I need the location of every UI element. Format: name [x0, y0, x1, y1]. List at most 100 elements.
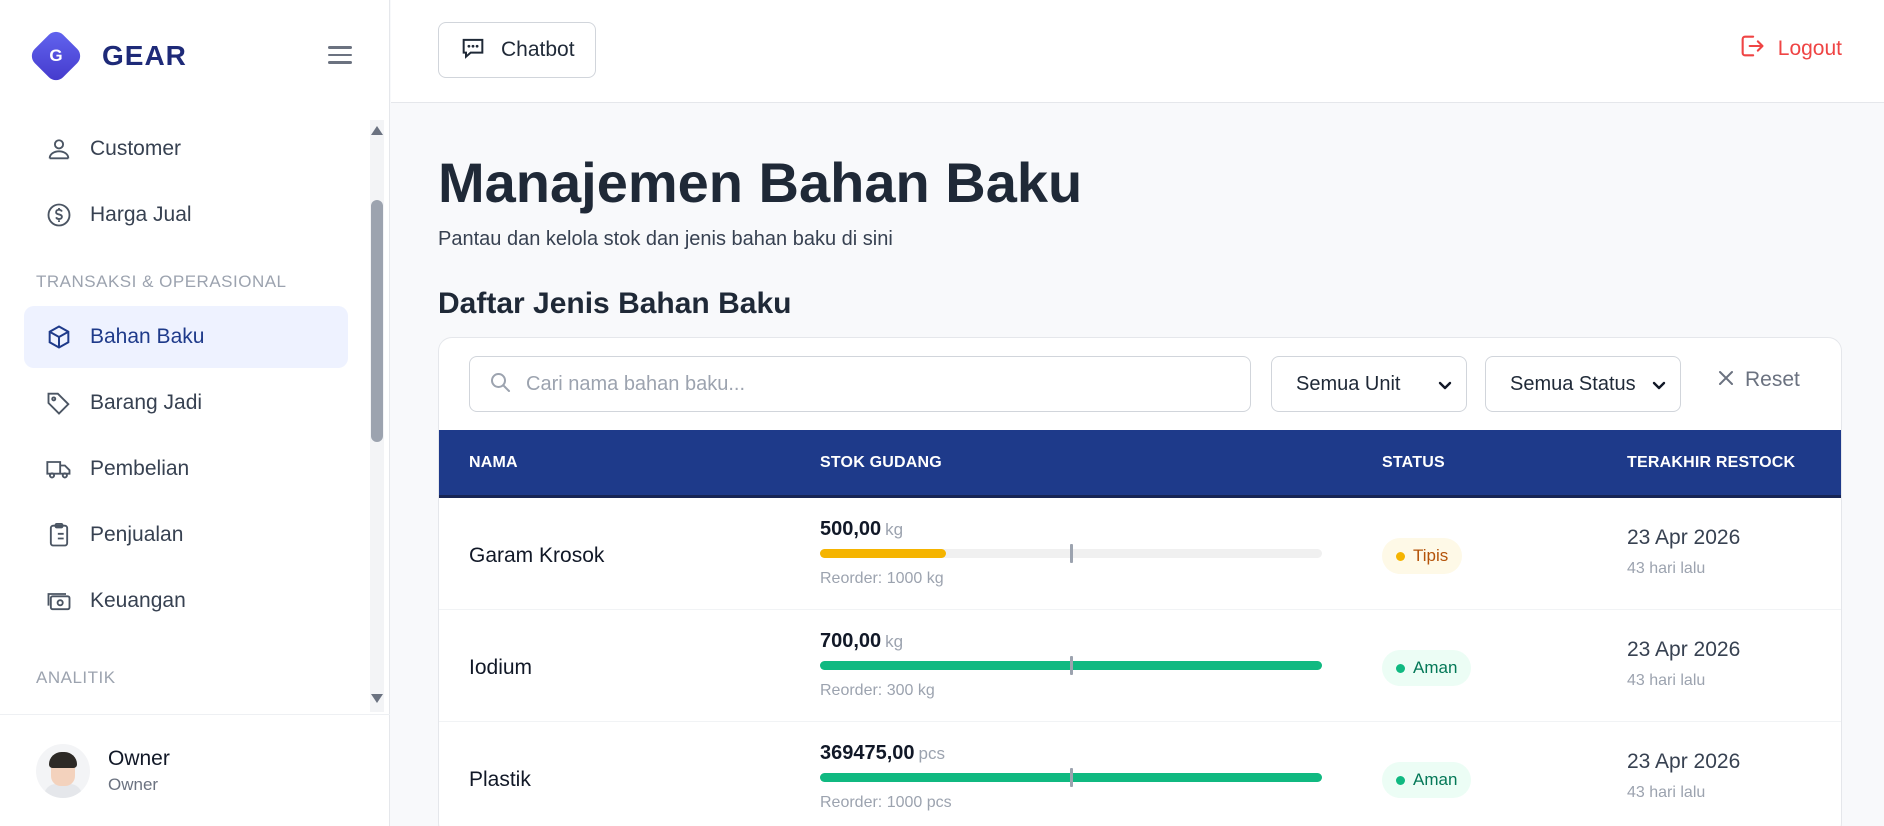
search-placeholder: Cari nama bahan baku...: [526, 372, 746, 395]
user-role: Owner: [108, 774, 159, 794]
brand[interactable]: G GEAR: [27, 27, 187, 85]
scroll-thumb[interactable]: [371, 200, 383, 442]
status-dot: [1396, 551, 1405, 561]
table-row[interactable]: Plastik 369475,00 pcs Reorder: 1000 pcs A…: [439, 722, 1841, 826]
restock-cell: 23 Apr 2026 43 hari lalu: [1627, 638, 1740, 690]
sidebar: G GEAR Customer Harga Jual TRANSAKSI & O…: [0, 0, 390, 826]
chevron-down-icon: [1438, 379, 1452, 397]
search-input[interactable]: Cari nama bahan baku...: [469, 356, 1251, 412]
box-icon: [44, 322, 74, 352]
stock-cell: 369475,00 pcs Reorder: 1000 pcs: [820, 742, 1324, 812]
chatbot-label: Chatbot: [501, 38, 575, 61]
logout-button[interactable]: Logout: [1738, 32, 1842, 65]
restock-cell: 23 Apr 2026 43 hari lalu: [1627, 750, 1740, 802]
material-name: Plastik: [469, 768, 531, 791]
sidebar-item-label: Customer: [90, 137, 182, 160]
status-badge: Aman: [1382, 762, 1472, 798]
sidebar-item-label: Bahan Baku: [90, 325, 205, 348]
chevron-down-icon: [1652, 379, 1666, 397]
column-header-nama[interactable]: NAMA: [469, 454, 518, 472]
section-heading: Daftar Jenis Bahan Baku: [438, 287, 792, 320]
table-card: Cari nama bahan baku... Semua Unit Semua…: [438, 337, 1842, 826]
sidebar-item-bahan-baku[interactable]: Bahan Baku: [24, 306, 348, 368]
user-icon: [44, 134, 74, 164]
page-title: Manajemen Bahan Baku: [438, 151, 1083, 214]
material-name: Iodium: [469, 656, 533, 679]
sidebar-item-barang-jadi[interactable]: Barang Jadi: [24, 372, 348, 434]
sidebar-nav: Customer Harga Jual TRANSAKSI & OPERASIO…: [0, 112, 368, 712]
chat-icon: [459, 34, 487, 67]
chatbot-button[interactable]: Chatbot: [438, 22, 596, 78]
logout-icon: [1738, 32, 1766, 65]
unit-select-value: Semua Unit: [1296, 372, 1401, 395]
sidebar-item-label: Harga Jual: [90, 203, 192, 226]
reorder-level: Reorder: 1000 pcs: [820, 794, 952, 811]
stock-value: 700,00: [820, 630, 882, 652]
restock-ago: 43 hari lalu: [1627, 560, 1706, 577]
sidebar-item-penjualan[interactable]: Penjualan: [24, 504, 348, 566]
stock-unit: pcs: [918, 744, 946, 763]
sidebar-item-customer[interactable]: Customer: [24, 118, 348, 180]
logo: G: [27, 27, 85, 85]
reset-button[interactable]: Reset: [1717, 368, 1800, 392]
stock-bar: [820, 544, 1322, 563]
stock-value: 500,00: [820, 518, 882, 540]
section-title-analitik: ANALITIK: [36, 668, 116, 687]
logout-label: Logout: [1777, 36, 1842, 60]
reorder-marker: [1070, 656, 1073, 675]
truck-icon: [44, 454, 74, 484]
status-dot: [1396, 663, 1405, 673]
restock-date: 23 Apr 2026: [1627, 526, 1741, 549]
status-badge: Aman: [1382, 650, 1472, 686]
sidebar-item-label: Keuangan: [90, 589, 186, 612]
tag-icon: [44, 388, 74, 418]
section-title-transaksi: TRANSAKSI & OPERASIONAL: [36, 272, 287, 291]
sidebar-item-label: Penjualan: [90, 523, 184, 546]
search-icon: [488, 370, 512, 399]
reorder-level: Reorder: 1000 kg: [820, 570, 944, 587]
restock-date: 23 Apr 2026: [1627, 638, 1741, 661]
material-name: Garam Krosok: [469, 544, 605, 567]
restock-ago: 43 hari lalu: [1627, 672, 1706, 689]
menu-toggle-icon[interactable]: [328, 46, 352, 66]
sidebar-item-pembelian[interactable]: Pembelian: [24, 438, 348, 500]
clipboard-icon: [44, 520, 74, 550]
column-header-restock[interactable]: TERAKHIR RESTOCK: [1627, 454, 1795, 472]
user-profile[interactable]: Owner Owner: [0, 714, 390, 826]
restock-ago: 43 hari lalu: [1627, 784, 1706, 801]
avatar: [36, 743, 90, 798]
sidebar-scrollbar[interactable]: [366, 120, 388, 712]
stock-unit: kg: [885, 632, 904, 651]
sidebar-item-keuangan[interactable]: Keuangan: [24, 570, 348, 632]
table-row[interactable]: Garam Krosok 500,00 kg Reorder: 1000 kg T…: [439, 498, 1841, 610]
status-label: Aman: [1413, 770, 1458, 789]
status-select-value: Semua Status: [1510, 372, 1636, 395]
stock-value: 369475,00: [820, 742, 915, 764]
status-dot: [1396, 775, 1405, 785]
sidebar-item-harga-jual[interactable]: Harga Jual: [24, 184, 348, 246]
column-header-status[interactable]: STATUS: [1382, 454, 1445, 472]
user-name: Owner: [108, 746, 170, 770]
status-select[interactable]: Semua Status: [1485, 356, 1681, 412]
sidebar-item-label: Pembelian: [90, 457, 190, 480]
stock-cell: 700,00 kg Reorder: 300 kg: [820, 630, 1324, 700]
brand-name: GEAR: [102, 40, 187, 71]
column-header-stok[interactable]: STOK GUDANG: [820, 454, 942, 472]
sidebar-item-label: Barang Jadi: [90, 391, 203, 414]
cash-icon: [44, 586, 74, 616]
table-header: NAMA STOK GUDANG STATUS TERAKHIR RESTOCK: [439, 430, 1841, 498]
reorder-marker: [1070, 768, 1073, 787]
scroll-up-icon[interactable]: [371, 126, 383, 135]
top-bar: Chatbot Logout: [391, 0, 1884, 103]
status-badge: Tipis: [1382, 538, 1463, 574]
restock-date: 23 Apr 2026: [1627, 750, 1741, 773]
table-row[interactable]: Iodium 700,00 kg Reorder: 300 kg Aman 23 …: [439, 610, 1841, 722]
restock-cell: 23 Apr 2026 43 hari lalu: [1627, 526, 1740, 578]
status-label: Aman: [1413, 658, 1458, 677]
page-subtitle: Pantau dan kelola stok dan jenis bahan b…: [438, 228, 893, 250]
stock-unit: kg: [885, 520, 904, 539]
reorder-level: Reorder: 300 kg: [820, 682, 935, 699]
scroll-down-icon[interactable]: [371, 694, 383, 703]
reset-label: Reset: [1745, 368, 1800, 391]
unit-select[interactable]: Semua Unit: [1271, 356, 1467, 412]
